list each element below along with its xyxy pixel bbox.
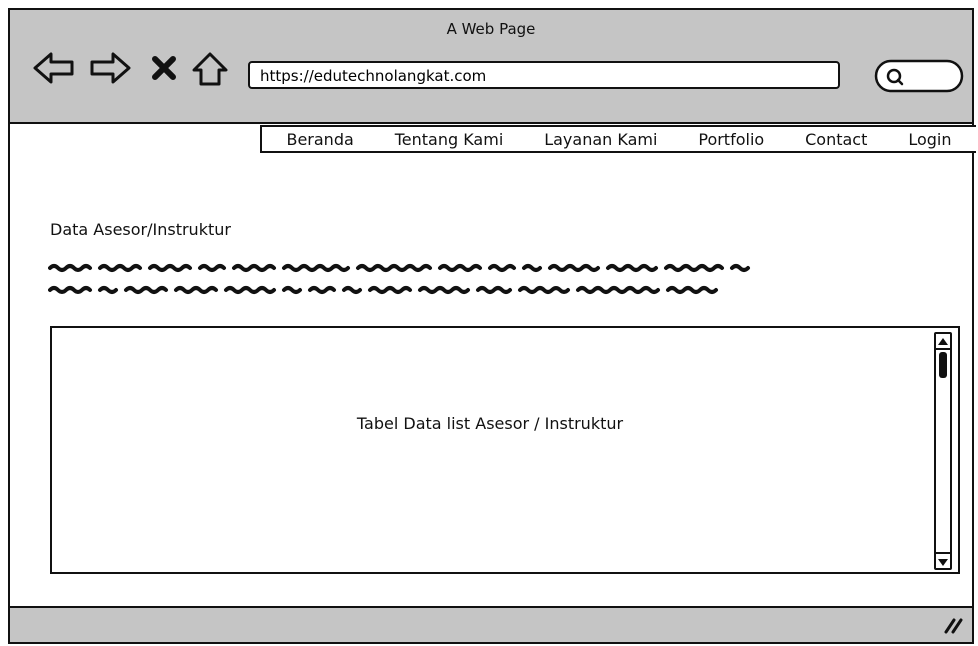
home-icon[interactable] <box>190 50 230 92</box>
nav-item-portfolio[interactable]: Portfolio <box>698 130 764 149</box>
status-bar <box>10 606 972 642</box>
page-heading: Data Asesor/Instruktur <box>50 220 231 239</box>
window-title: A Web Page <box>446 20 536 38</box>
nav-item-contact[interactable]: Contact <box>805 130 867 149</box>
vertical-scrollbar[interactable] <box>934 332 952 570</box>
nav-item-login[interactable]: Login <box>908 130 951 149</box>
table-placeholder-label: Tabel Data list Asesor / Instruktur <box>356 414 624 433</box>
top-nav-menu: Beranda Tentang Kami Layanan Kami Portfo… <box>260 125 976 153</box>
placeholder-text-scribble <box>48 258 948 306</box>
scroll-down-icon[interactable] <box>936 552 950 568</box>
asesor-table-placeholder: Tabel Data list Asesor / Instruktur <box>50 326 960 574</box>
search-icon[interactable] <box>874 58 966 98</box>
close-icon[interactable] <box>150 54 178 86</box>
nav-item-tentang-kami[interactable]: Tentang Kami <box>395 130 504 149</box>
resize-grip-icon[interactable] <box>942 614 964 638</box>
scrollbar-thumb[interactable] <box>939 352 947 378</box>
back-arrow-icon[interactable] <box>32 50 76 90</box>
nav-item-beranda[interactable]: Beranda <box>286 130 353 149</box>
forward-arrow-icon[interactable] <box>88 50 132 90</box>
browser-chrome: A Web Page https://edutechnolangkat.com <box>10 10 972 124</box>
nav-item-layanan-kami[interactable]: Layanan Kami <box>544 130 657 149</box>
url-bar[interactable]: https://edutechnolangkat.com <box>248 61 840 89</box>
browser-window: A Web Page https://edutechnolangkat.com <box>8 8 976 644</box>
scroll-up-icon[interactable] <box>936 334 950 350</box>
